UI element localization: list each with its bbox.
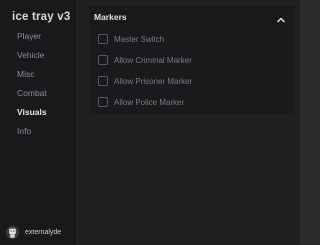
- option-label: Allow Criminal Marker: [114, 55, 192, 65]
- sidebar-item-info[interactable]: Info: [17, 126, 31, 136]
- user-avatar-icon: [6, 225, 19, 239]
- sidebar-item-misc[interactable]: Misc: [17, 69, 34, 79]
- sidebar-item-player[interactable]: Player: [17, 31, 41, 41]
- main-content: Markers Master Switch Allow Criminal Mar…: [76, 0, 300, 245]
- sidebar-item-visuals[interactable]: Visuals: [17, 107, 47, 117]
- option-allow-criminal-marker[interactable]: Allow Criminal Marker: [98, 54, 192, 66]
- option-allow-prisoner-marker[interactable]: Allow Prisoner Marker: [98, 75, 192, 87]
- police-marker-checkbox[interactable]: [98, 97, 108, 107]
- chevron-up-icon[interactable]: [276, 12, 286, 23]
- option-label: Allow Police Marker: [114, 97, 185, 107]
- app-window: ice tray v3 Player Vehicle Misc Combat V…: [0, 0, 300, 245]
- criminal-marker-checkbox[interactable]: [98, 55, 108, 65]
- option-allow-police-marker[interactable]: Allow Police Marker: [98, 96, 184, 108]
- sidebar: ice tray v3 Player Vehicle Misc Combat V…: [0, 0, 76, 245]
- panel-title: Markers: [94, 12, 127, 22]
- prisoner-marker-checkbox[interactable]: [98, 76, 108, 86]
- option-label: Allow Prisoner Marker: [114, 76, 193, 86]
- markers-panel: Markers Master Switch Allow Criminal Mar…: [90, 6, 294, 114]
- app-title: ice tray v3: [12, 11, 71, 23]
- sidebar-item-vehicle[interactable]: Vehicle: [17, 50, 44, 60]
- sidebar-item-combat[interactable]: Combat: [17, 88, 47, 98]
- option-label: Master Switch: [114, 34, 165, 44]
- master-switch-checkbox[interactable]: [98, 34, 108, 44]
- user-profile: externalyde: [6, 224, 61, 240]
- username: externalyde: [25, 228, 62, 236]
- option-master-switch[interactable]: Master Switch: [98, 33, 164, 45]
